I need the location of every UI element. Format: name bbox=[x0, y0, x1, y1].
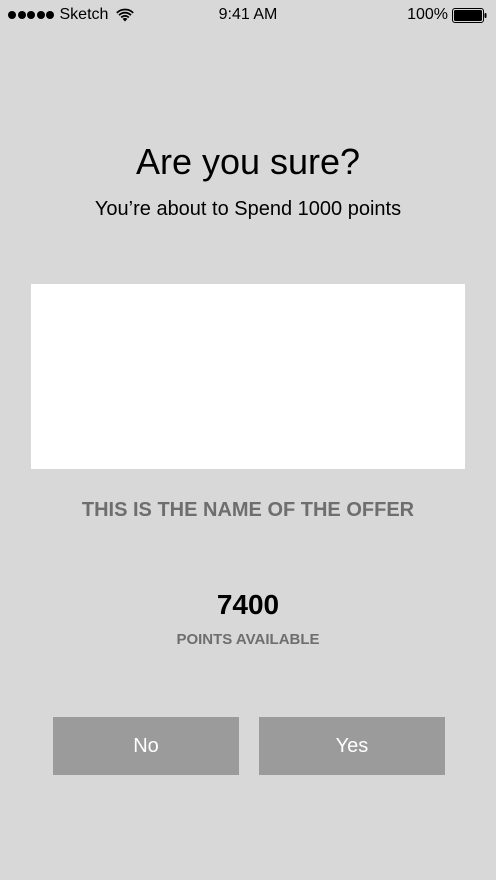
yes-button[interactable]: Yes bbox=[259, 717, 445, 775]
offer-name: THIS IS THE NAME OF THE OFFER bbox=[81, 499, 415, 521]
no-button[interactable]: No bbox=[53, 717, 239, 775]
battery-percent: 100% bbox=[407, 6, 448, 23]
dialog-title: Are you sure? bbox=[135, 141, 361, 182]
dialog-subtitle: You’re about to Spend 1000 points bbox=[94, 198, 402, 220]
status-right: 100% bbox=[407, 5, 488, 25]
status-bar: Sketch 9:41 AM 100% bbox=[0, 0, 496, 30]
points-available-value: 7400 bbox=[216, 589, 280, 620]
points-available-label: POINTS AVAILABLE bbox=[176, 631, 320, 648]
offer-image-placeholder bbox=[31, 284, 465, 469]
battery-icon bbox=[452, 7, 487, 23]
